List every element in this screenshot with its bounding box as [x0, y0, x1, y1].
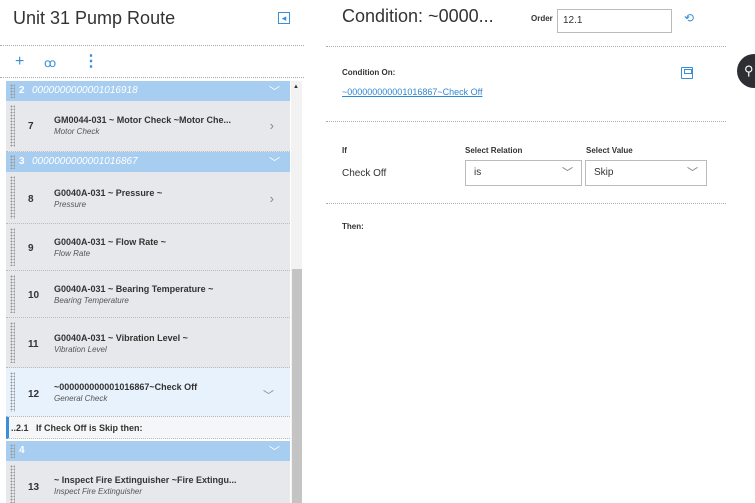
relation-selected-value: is: [474, 167, 482, 178]
drag-handle[interactable]: [10, 228, 15, 266]
chevron-down-icon[interactable]: ﹀: [263, 387, 274, 403]
item-number: 12: [28, 389, 40, 400]
drag-handle[interactable]: [10, 465, 15, 503]
group-number: 4: [19, 445, 25, 456]
item-subtitle: Flow Rate: [54, 249, 91, 258]
scroll-up-icon[interactable]: ▲: [293, 84, 299, 90]
item-title: ~000000000001016867~Check Off: [54, 382, 198, 392]
group-header[interactable]: 4 ﹀: [6, 441, 290, 461]
item-number: 11: [28, 339, 39, 350]
list-item[interactable]: 7 GM0044-031 ~ Motor Check ~Motor Che...…: [6, 101, 290, 152]
save-icon[interactable]: [681, 67, 693, 79]
then-label: Then:: [342, 222, 364, 231]
drag-handle[interactable]: [10, 155, 15, 169]
item-subtitle: Inspect Fire Extinguisher: [54, 487, 143, 496]
scrollbar-thumb[interactable]: [292, 269, 302, 503]
item-subtitle: General Check: [54, 394, 108, 403]
chevron-right-icon[interactable]: ›: [270, 118, 274, 133]
item-number: 10: [28, 290, 40, 301]
route-title: Unit 31 Pump Route: [13, 8, 176, 28]
item-number: 9: [28, 243, 34, 254]
list-item[interactable]: 13 ~ Inspect Fire Extinguisher ~Fire Ext…: [6, 461, 290, 503]
item-number: 7: [28, 121, 34, 132]
item-subtitle: Bearing Temperature: [54, 296, 129, 305]
item-title: G0040A-031 ~ Pressure ~: [54, 188, 163, 198]
relation-column-header: Select Relation: [465, 146, 523, 155]
chevron-down-icon[interactable]: ﹀: [269, 443, 280, 459]
group-id: 0000000000001016867: [32, 156, 138, 167]
chevron-down-icon[interactable]: ﹀: [269, 154, 280, 170]
condition-text: If Check Off is Skip then:: [36, 423, 143, 433]
item-subtitle: Vibration Level: [54, 345, 107, 354]
item-title: G0040A-031 ~ Bearing Temperature ~: [54, 284, 214, 294]
value-column-header: Select Value: [586, 146, 633, 155]
route-step-list: 2 0000000000001016918 ﹀ 7 GM0044-031 ~ M…: [6, 81, 290, 503]
route-panel: Unit 31 Pump Route ◂ + ꝏ ⋮ 2 00000000000…: [0, 0, 304, 503]
route-toolbar: + ꝏ ⋮: [0, 50, 304, 78]
list-item[interactable]: 8 G0040A-031 ~ Pressure ~ Pressure ›: [6, 172, 290, 224]
relation-select[interactable]: is ﹀: [465, 160, 582, 186]
condition-on-link[interactable]: ~000000000001016867~Check Off: [342, 87, 482, 97]
item-number: 8: [28, 194, 34, 205]
value-selected-value: Skip: [594, 167, 614, 178]
drag-handle[interactable]: [10, 444, 15, 458]
list-item-selected[interactable]: 12 ~000000000001016867~Check Off General…: [6, 368, 290, 417]
chevron-down-icon[interactable]: ﹀: [562, 161, 573, 185]
drag-handle[interactable]: [10, 275, 15, 313]
group-number: 3: [19, 156, 25, 167]
chevron-down-icon[interactable]: ﹀: [687, 161, 698, 185]
item-subtitle: Motor Check: [54, 127, 100, 136]
drag-handle[interactable]: [10, 105, 15, 147]
item-title: ~ Inspect Fire Extinguisher ~Fire Exting…: [54, 475, 237, 485]
group-number: 2: [19, 85, 25, 96]
search-icon[interactable]: ꝏ: [44, 54, 56, 72]
item-title: G0040A-031 ~ Vibration Level ~: [54, 333, 188, 343]
divider: [326, 46, 726, 47]
list-item[interactable]: 11 G0040A-031 ~ Vibration Level ~ Vibrat…: [6, 318, 290, 368]
order-label: Order: [531, 14, 553, 23]
collapse-panel-icon[interactable]: ◂: [278, 12, 290, 24]
pin-icon[interactable]: ⚲: [737, 54, 755, 88]
group-id: 0000000000001016918: [32, 85, 138, 96]
drag-handle[interactable]: [10, 322, 15, 363]
condition-row[interactable]: ..2.1 If Check Off is Skip then:: [6, 417, 290, 439]
item-title: GM0044-031 ~ Motor Check ~Motor Che...: [54, 115, 232, 125]
condition-number: ..2.1: [11, 423, 29, 433]
group-header[interactable]: 3 0000000000001016867 ﹀: [6, 152, 290, 172]
chevron-down-icon[interactable]: ﹀: [269, 83, 280, 99]
drag-handle[interactable]: [10, 176, 15, 219]
item-subtitle: Pressure: [54, 200, 87, 209]
drag-handle[interactable]: [10, 372, 15, 412]
value-select[interactable]: Skip ﹀: [585, 160, 707, 186]
if-column-header: If: [342, 146, 347, 155]
route-header: Unit 31 Pump Route ◂: [0, 0, 304, 46]
drag-handle[interactable]: [10, 84, 15, 98]
list-item[interactable]: 10 G0040A-031 ~ Bearing Temperature ~ Be…: [6, 271, 290, 318]
divider: [326, 121, 726, 122]
list-item[interactable]: 9 G0040A-031 ~ Flow Rate ~ Flow Rate: [6, 224, 290, 271]
item-number: 13: [28, 482, 40, 493]
more-options-icon[interactable]: ⋮: [83, 53, 99, 71]
item-title: G0040A-031 ~ Flow Rate ~: [54, 237, 167, 247]
condition-title: Condition: ~0000...: [342, 6, 494, 26]
add-icon[interactable]: +: [15, 53, 24, 71]
condition-panel: Condition: ~0000... Order 12.1 ⟲ Conditi…: [326, 0, 726, 503]
refresh-icon[interactable]: ⟲: [684, 11, 694, 25]
condition-on-label: Condition On:: [342, 68, 396, 77]
divider: [326, 203, 726, 204]
chevron-right-icon[interactable]: ›: [270, 191, 274, 206]
order-input[interactable]: 12.1: [557, 9, 672, 33]
group-header[interactable]: 2 0000000000001016918 ﹀: [6, 81, 290, 101]
if-field-value: Check Off: [342, 168, 387, 179]
